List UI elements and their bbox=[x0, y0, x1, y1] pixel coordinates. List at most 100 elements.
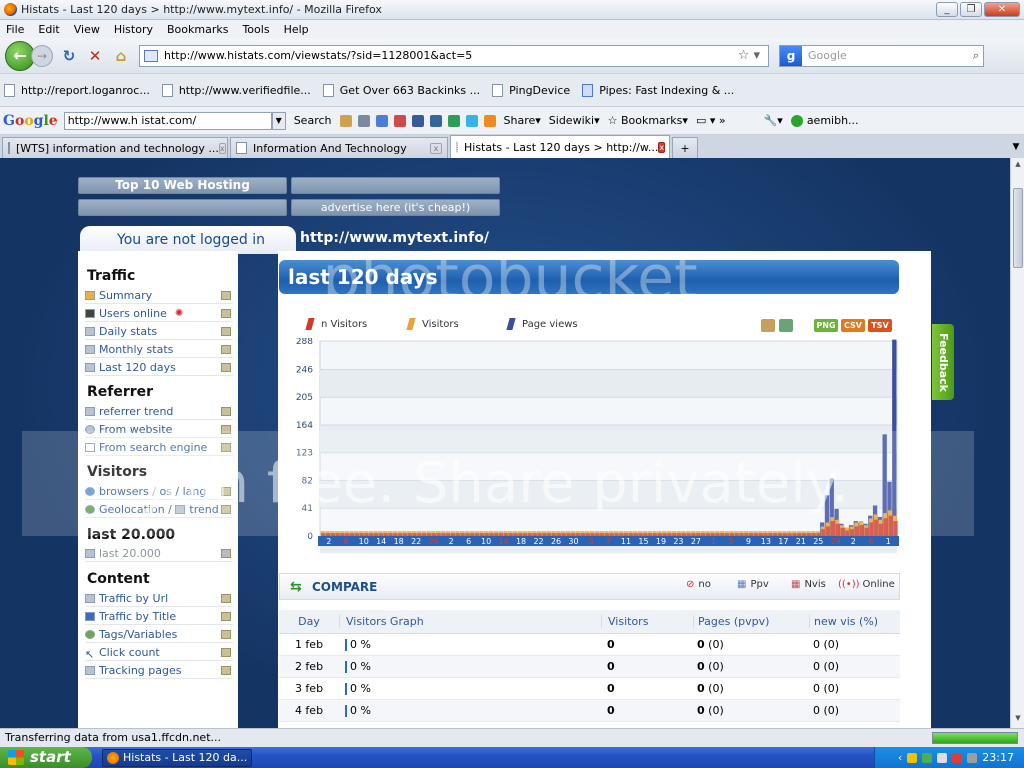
header-pages[interactable]: Pages (pvpv) bbox=[693, 615, 809, 628]
x-tick-label: 14 bbox=[498, 537, 508, 546]
share-button[interactable]: Share ▾ bbox=[504, 114, 541, 127]
mail-icon[interactable] bbox=[393, 114, 406, 127]
feedback-tab[interactable]: Feedback bbox=[932, 324, 954, 400]
menu-file[interactable]: File bbox=[6, 23, 24, 36]
tab-wts-information[interactable]: [WTS] information and technology ... x bbox=[2, 137, 228, 158]
bookmark-item[interactable]: http://www.verifiedfile... bbox=[161, 83, 311, 97]
bookmark-item[interactable]: http://report.loganroc... bbox=[4, 83, 150, 97]
bookmark-item[interactable]: PingDevice bbox=[492, 83, 570, 97]
new-tab-button[interactable]: + bbox=[672, 137, 698, 158]
bookmarks-star-button[interactable]: ☆ Bookmarks ▾ bbox=[608, 114, 688, 127]
maximize-button[interactable]: ❐ bbox=[960, 2, 982, 17]
export-tsv-button[interactable]: TSV bbox=[868, 319, 892, 332]
stumbleupon-icon[interactable] bbox=[447, 114, 460, 127]
menu-help[interactable]: Help bbox=[284, 23, 309, 36]
x-tick-label: 30 bbox=[568, 537, 578, 546]
blogger-icon[interactable] bbox=[483, 114, 496, 127]
reload-icon[interactable]: ↻ bbox=[59, 46, 79, 66]
start-button[interactable]: start bbox=[0, 747, 92, 768]
scroll-thumb[interactable] bbox=[1013, 188, 1023, 268]
tray-volume-icon[interactable] bbox=[967, 752, 978, 763]
twitter-icon[interactable] bbox=[465, 114, 478, 127]
bookmark-label: Pipes: Fast Indexing & ... bbox=[599, 83, 735, 97]
close-tab-icon[interactable]: x bbox=[430, 142, 442, 154]
advertise-link[interactable]: advertise here (it's cheap!) bbox=[291, 199, 500, 216]
bookmark-star-icon[interactable]: ☆ ▾ bbox=[738, 48, 760, 63]
cell-graph: 0 % bbox=[339, 704, 601, 717]
close-tab-icon[interactable]: x bbox=[218, 142, 226, 154]
x-tick-label: 26 bbox=[429, 537, 439, 546]
title-icon bbox=[85, 611, 95, 621]
header-new-vis[interactable]: new vis (%) bbox=[809, 615, 899, 628]
menu-view[interactable]: View bbox=[74, 23, 100, 36]
menu-click-count[interactable]: ↖ Click count bbox=[85, 644, 233, 661]
header-visitors[interactable]: Visitors bbox=[601, 615, 693, 628]
taskbar-firefox-window[interactable]: Histats - Last 120 da... bbox=[102, 748, 252, 767]
google-engine-icon[interactable]: g bbox=[780, 45, 802, 66]
google-toolbar-dropdown[interactable]: ▼ bbox=[271, 111, 286, 130]
search-placeholder[interactable]: Google bbox=[808, 49, 973, 62]
menu-bookmarks[interactable]: Bookmarks bbox=[167, 23, 228, 36]
grid-band bbox=[320, 369, 897, 398]
header-day[interactable]: Day bbox=[279, 615, 339, 628]
menu-history[interactable]: History bbox=[114, 23, 153, 36]
compare-ppv-button[interactable]: ▦ Ppv bbox=[737, 579, 769, 590]
compare-online-button[interactable]: ((•)) Online bbox=[838, 579, 895, 590]
menu-last-20000[interactable]: last 20.000 bbox=[85, 545, 233, 562]
scroll-up-icon[interactable]: ▲ bbox=[1012, 160, 1024, 172]
tray-app-icon[interactable] bbox=[922, 752, 933, 763]
account-button[interactable]: aemibh... bbox=[790, 114, 859, 127]
menu-traffic-by-title[interactable]: Traffic by Title bbox=[85, 608, 233, 625]
sidewiki-button[interactable]: Sidewiki ▾ bbox=[549, 114, 600, 127]
search-icon[interactable]: ⌕ bbox=[973, 49, 979, 63]
tray-messenger-icon[interactable] bbox=[907, 752, 918, 763]
compare-nvis-button[interactable]: ▦ Nvis bbox=[791, 579, 826, 590]
graph-label: 0 % bbox=[350, 638, 371, 651]
firefox-icon bbox=[4, 3, 17, 16]
tab-histats[interactable]: Histats - Last 120 days > http://w... x bbox=[450, 135, 670, 158]
tray-security-icon[interactable] bbox=[952, 752, 963, 763]
plus-icon[interactable] bbox=[375, 114, 388, 127]
forward-button[interactable]: → bbox=[31, 44, 53, 67]
tray-expand-icon[interactable]: ‹ bbox=[898, 751, 902, 764]
home-icon[interactable] bbox=[357, 114, 370, 127]
url-bar[interactable]: http://www.histats.com/viewstats/?sid=11… bbox=[139, 44, 769, 67]
translate-icon[interactable] bbox=[339, 114, 352, 127]
bookmark-item[interactable]: Get Over 663 Backinks ... bbox=[322, 83, 480, 97]
google-toolbar-input[interactable]: http://www.h istat.com/ bbox=[63, 111, 272, 130]
search-box[interactable]: g Google ⌕ bbox=[779, 44, 984, 67]
tab-list-icon[interactable]: ▼ bbox=[1008, 137, 1024, 158]
menu-tags-variables[interactable]: Tags/Variables bbox=[85, 626, 233, 643]
bookmark-item[interactable]: Pipes: Fast Indexing & ... bbox=[582, 83, 735, 97]
url-text[interactable]: http://www.histats.com/viewstats/?sid=11… bbox=[164, 49, 738, 62]
menu-tools[interactable]: Tools bbox=[242, 23, 269, 36]
wrench-icon[interactable]: 🔧▾ bbox=[764, 114, 783, 127]
google-search-button[interactable]: Search bbox=[294, 114, 332, 127]
header-visitors-graph[interactable]: Visitors Graph bbox=[339, 615, 601, 628]
x-tick-label: 10 bbox=[359, 537, 369, 546]
menu-edit[interactable]: Edit bbox=[38, 23, 59, 36]
minimize-button[interactable]: _ bbox=[936, 2, 958, 17]
ad-slot[interactable] bbox=[291, 177, 500, 194]
close-window-button[interactable]: ✕ bbox=[984, 2, 1020, 17]
menu-last-120-days[interactable]: Last 120 days bbox=[85, 359, 233, 376]
table-row: 4 feb 0 % 0 0 (0) 0 (0) bbox=[279, 700, 900, 722]
menu-referrer-trend[interactable]: referrer trend bbox=[85, 403, 233, 420]
overflow-chevron-icon[interactable]: ▭ ▾ » bbox=[696, 114, 726, 127]
menu-traffic-by-url[interactable]: Traffic by Url bbox=[85, 590, 233, 607]
facebook-icon[interactable] bbox=[411, 114, 424, 127]
summary-icon bbox=[85, 290, 95, 300]
top10-hosting-link[interactable]: Top 10 Web Hosting bbox=[78, 177, 287, 194]
compare-no-button[interactable]: ⊘ no bbox=[686, 579, 711, 590]
menu-monthly-stats[interactable]: Monthly stats bbox=[85, 341, 233, 358]
tray-network-icon[interactable] bbox=[937, 752, 948, 763]
page-scrollbar[interactable]: ▲ ▼ bbox=[1010, 158, 1024, 728]
tab-information-technology[interactable]: Information And Technology x bbox=[230, 137, 448, 158]
menu-tracking-pages[interactable]: Tracking pages bbox=[85, 662, 233, 679]
ad-slot[interactable] bbox=[78, 199, 287, 216]
delicious-icon[interactable] bbox=[429, 114, 442, 127]
stop-icon[interactable]: ✕ bbox=[85, 46, 105, 66]
home-icon[interactable]: ⌂ bbox=[111, 46, 131, 66]
close-tab-icon[interactable]: x bbox=[658, 141, 666, 153]
scroll-down-icon[interactable]: ▼ bbox=[1012, 714, 1024, 726]
